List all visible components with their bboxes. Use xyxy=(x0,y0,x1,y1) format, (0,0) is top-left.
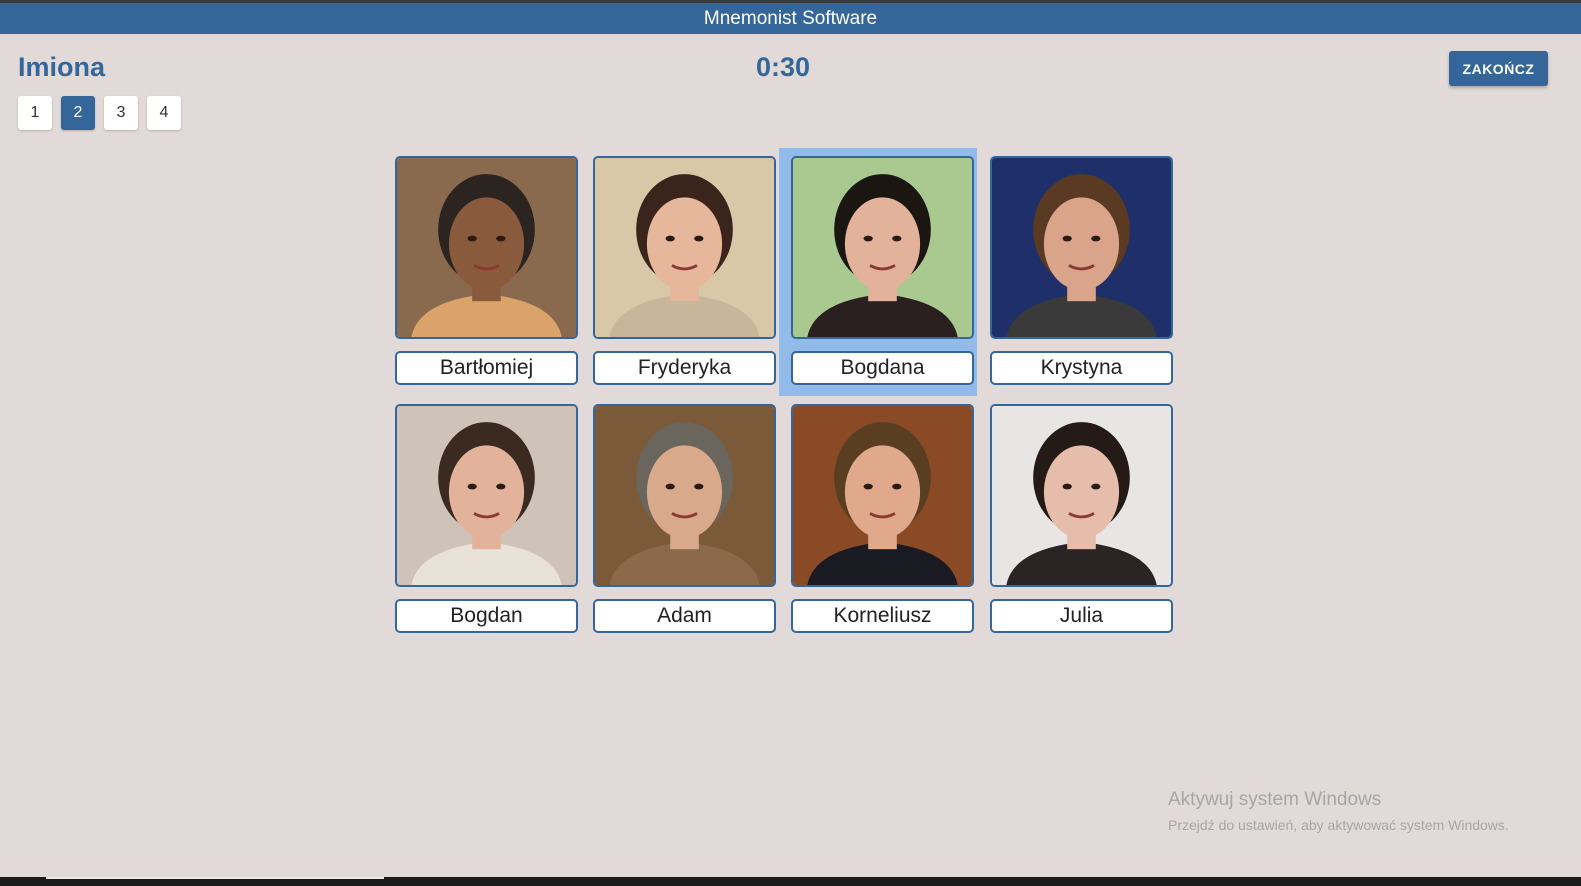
portrait-eye xyxy=(863,235,873,242)
portrait-face xyxy=(448,197,525,291)
portrait-image xyxy=(397,158,576,337)
portrait-image xyxy=(992,406,1171,585)
portrait-image xyxy=(595,158,774,337)
face-photo[interactable] xyxy=(395,156,578,339)
portrait-eye xyxy=(1062,235,1072,242)
portrait-eye xyxy=(863,483,873,490)
portrait-face xyxy=(1043,445,1120,539)
face-card[interactable]: Korneliusz xyxy=(791,404,974,633)
page-button-1[interactable]: 1 xyxy=(18,96,52,130)
face-card[interactable]: Bogdana xyxy=(779,148,977,396)
portrait-eye xyxy=(467,483,477,490)
face-photo[interactable] xyxy=(791,404,974,587)
name-label[interactable]: Krystyna xyxy=(990,351,1173,385)
face-card[interactable]: Fryderyka xyxy=(593,156,776,385)
portrait-eye xyxy=(665,483,675,490)
name-label[interactable]: Adam xyxy=(593,599,776,633)
portrait-eye xyxy=(694,483,704,490)
portrait-face xyxy=(646,445,723,539)
page-selector: 1 2 3 4 xyxy=(18,96,181,130)
windows-activation-watermark: Aktywuj system Windows Przejdź do ustawi… xyxy=(1168,789,1509,833)
page-button-3[interactable]: 3 xyxy=(104,96,138,130)
portrait-eye xyxy=(467,235,477,242)
face-photo[interactable] xyxy=(990,404,1173,587)
portrait-eye xyxy=(1091,483,1101,490)
face-card[interactable]: Bogdan xyxy=(395,404,578,633)
end-button[interactable]: ZAKOŃCZ xyxy=(1449,51,1548,86)
face-card[interactable]: Bartłomiej xyxy=(395,156,578,385)
name-label[interactable]: Fryderyka xyxy=(593,351,776,385)
portrait-image xyxy=(397,406,576,585)
portrait-face xyxy=(646,197,723,291)
portrait-face xyxy=(448,445,525,539)
name-label[interactable]: Julia xyxy=(990,599,1173,633)
taskbar-edge xyxy=(0,877,1581,886)
taskbar-highlight xyxy=(46,877,384,879)
watermark-title: Aktywuj system Windows xyxy=(1168,789,1382,810)
portrait-face xyxy=(844,197,921,291)
face-photo[interactable] xyxy=(990,156,1173,339)
app-title-bar: Mnemonist Software xyxy=(0,3,1581,34)
name-label[interactable]: Bartłomiej xyxy=(395,351,578,385)
portrait-eye xyxy=(694,235,704,242)
page-button-4[interactable]: 4 xyxy=(147,96,181,130)
face-photo[interactable] xyxy=(395,404,578,587)
face-card[interactable]: Adam xyxy=(593,404,776,633)
portrait-eye xyxy=(496,235,506,242)
portrait-image xyxy=(793,406,972,585)
portrait-image xyxy=(595,406,774,585)
page-button-2[interactable]: 2 xyxy=(61,96,95,130)
portrait-eye xyxy=(892,483,902,490)
portrait-eye xyxy=(665,235,675,242)
portrait-face xyxy=(1043,197,1120,291)
portrait-eye xyxy=(1091,235,1101,242)
countdown-timer: 0:30 xyxy=(755,52,811,82)
portrait-eye xyxy=(496,483,506,490)
portrait-image xyxy=(793,158,972,337)
watermark-subtitle: Przejdź do ustawień, aby aktywować syste… xyxy=(1168,817,1509,833)
portrait-face xyxy=(844,445,921,539)
face-photo[interactable] xyxy=(593,156,776,339)
name-label[interactable]: Bogdana xyxy=(791,351,974,385)
page-title: Imiona xyxy=(18,52,106,82)
portrait-eye xyxy=(892,235,902,242)
face-card[interactable]: Julia xyxy=(990,404,1173,633)
app-title: Mnemonist Software xyxy=(703,7,878,29)
name-label[interactable]: Korneliusz xyxy=(791,599,974,633)
face-photo[interactable] xyxy=(791,156,974,339)
name-label[interactable]: Bogdan xyxy=(395,599,578,633)
portrait-image xyxy=(992,158,1171,337)
face-photo[interactable] xyxy=(593,404,776,587)
portrait-eye xyxy=(1062,483,1072,490)
face-card[interactable]: Krystyna xyxy=(990,156,1173,385)
